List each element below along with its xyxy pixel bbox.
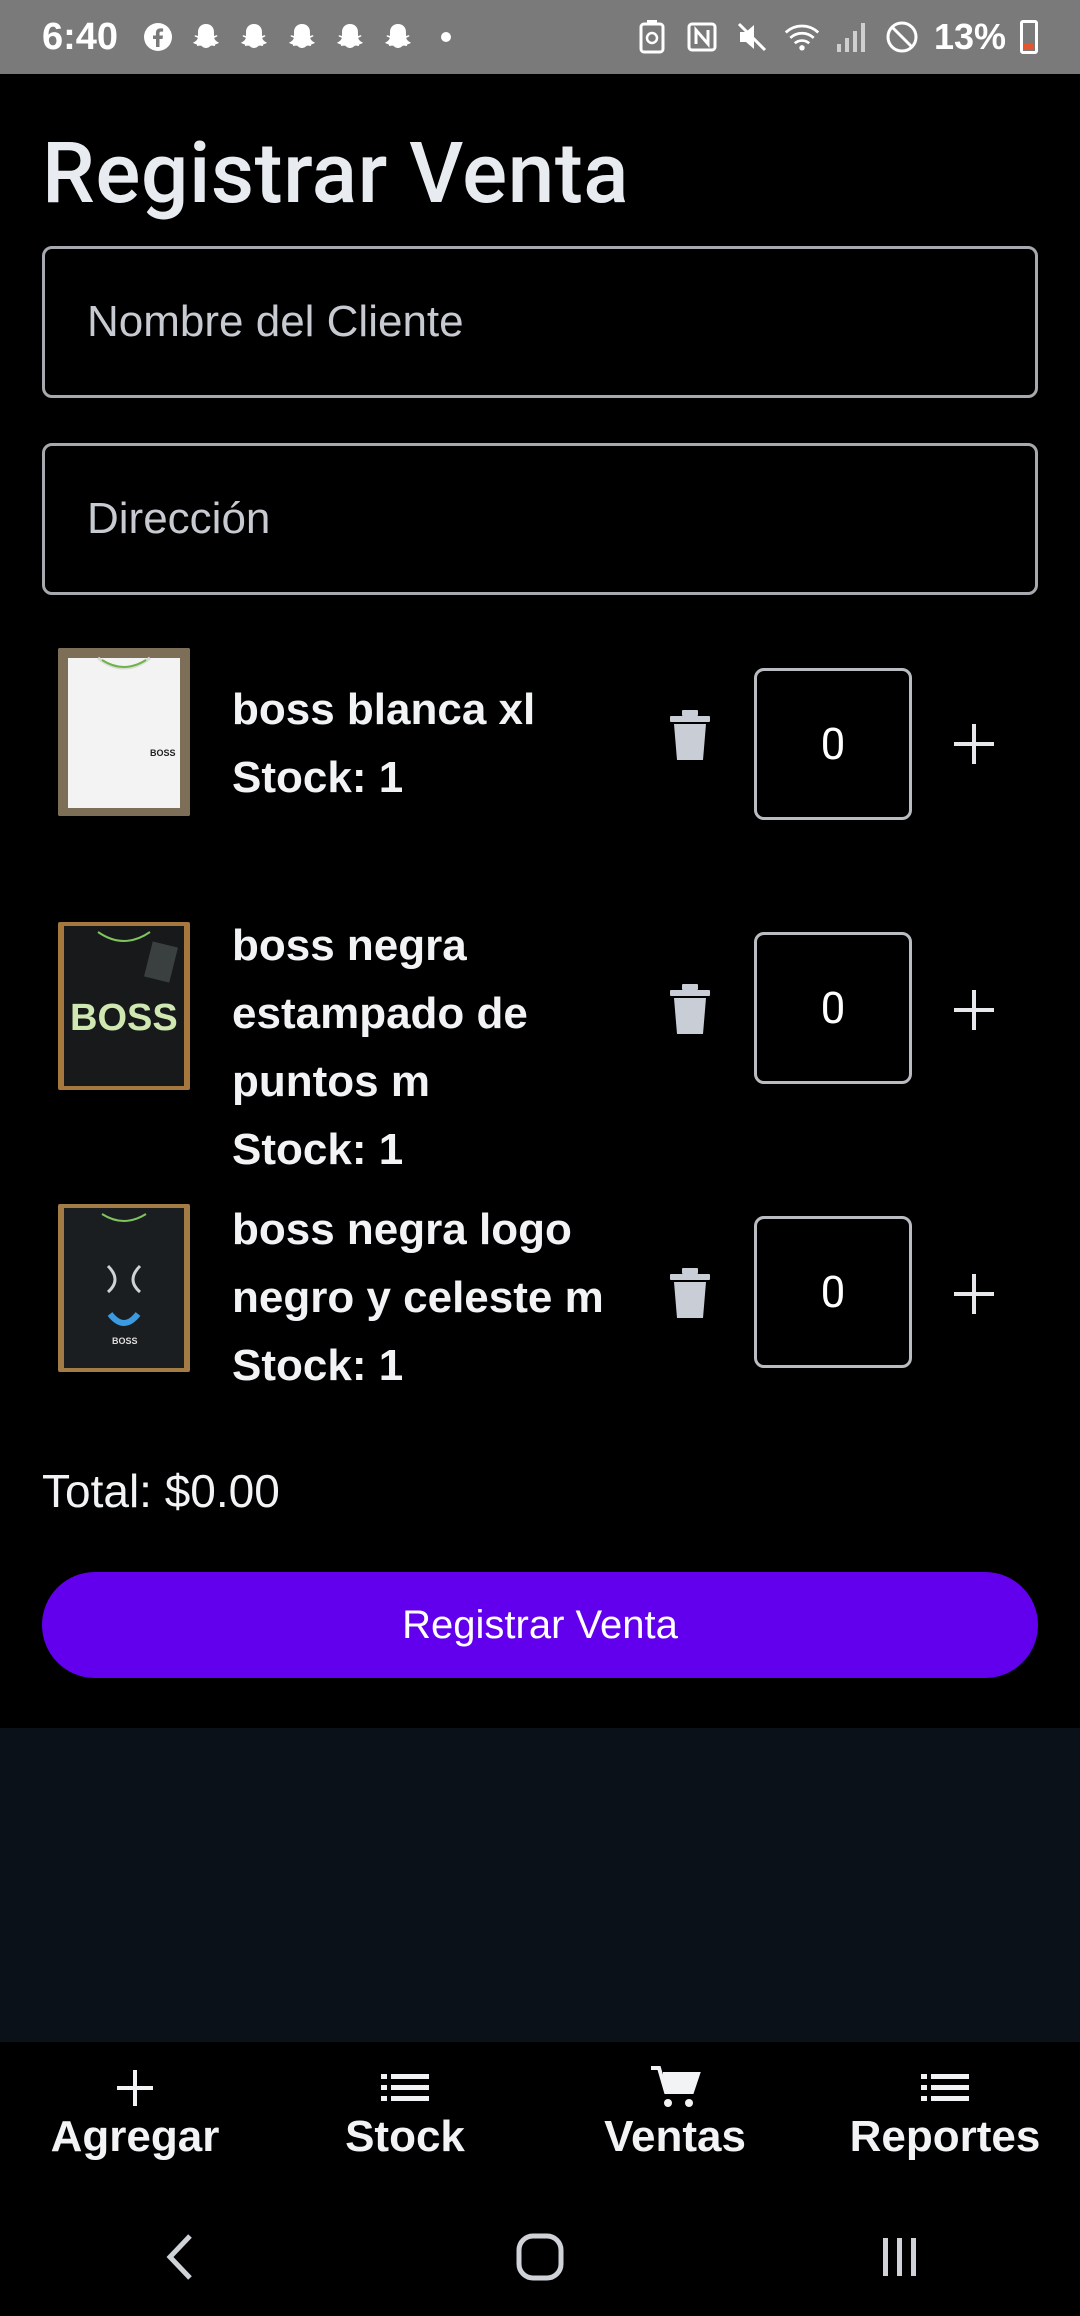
more-notifications-dot-icon: [428, 19, 464, 55]
plus-icon: [117, 2070, 153, 2106]
cart-icon: [651, 2066, 701, 2107]
facebook-icon: [140, 19, 176, 55]
logo-text: BOSS: [150, 748, 176, 758]
plus-icon[interactable]: [952, 988, 996, 1032]
product-info: boss negra logo negro y celeste m Stock:…: [232, 1196, 604, 1400]
status-bar: 6:40 13%: [0, 0, 1080, 74]
total-label: Total: $0.00: [42, 1465, 280, 1517]
notification-icons: [140, 19, 464, 55]
status-time: 6:40: [42, 15, 119, 58]
mute-icon: [734, 19, 770, 55]
home-icon[interactable]: [500, 2217, 580, 2297]
page-title: Registrar Venta: [42, 124, 630, 223]
battery-icon: [1020, 20, 1038, 54]
bottom-nav: Agregar Stock Ventas Reportes: [0, 2042, 1080, 2198]
snapchat-icon: [284, 19, 320, 55]
snapchat-icon: [332, 19, 368, 55]
logo-text: BOSS: [70, 997, 178, 1039]
back-icon[interactable]: [140, 2217, 220, 2297]
snapchat-icon: [380, 19, 416, 55]
product-image-black-boss-shirt: BOSS: [58, 922, 190, 1090]
nfc-icon: [684, 19, 720, 55]
logo-text: BOSS: [112, 1336, 138, 1346]
signal-icon: [834, 19, 870, 55]
main-content: Registrar Venta BOSS boss blanca xl Stoc…: [0, 74, 1080, 1728]
empty-area: [0, 1728, 1080, 2042]
client-name-input[interactable]: [87, 297, 1035, 347]
product-stock: Stock: 1: [232, 753, 404, 802]
product-name-line-2: negro y celeste m: [232, 1273, 604, 1322]
quantity-input[interactable]: 0: [754, 668, 912, 820]
recent-apps-icon[interactable]: [860, 2217, 940, 2297]
battery-saver-icon: [634, 19, 670, 55]
status-right: 13%: [634, 16, 1038, 58]
list-icon: [921, 2074, 969, 2101]
snapchat-icon: [236, 19, 272, 55]
nav-label: Stock: [345, 2112, 465, 2161]
delete-icon[interactable]: [668, 984, 712, 1036]
product-stock: Stock: 1: [232, 1125, 404, 1174]
delete-icon[interactable]: [668, 710, 712, 762]
quantity-input[interactable]: 0: [754, 1216, 912, 1368]
plus-icon[interactable]: [952, 722, 996, 766]
plus-icon[interactable]: [952, 1272, 996, 1316]
quantity-input[interactable]: 0: [754, 932, 912, 1084]
nav-item-agregar[interactable]: Agregar: [0, 2042, 270, 2198]
nav-label: Reportes: [849, 2112, 1041, 2161]
nav-label: Agregar: [50, 2112, 220, 2161]
client-name-field[interactable]: [42, 246, 1038, 398]
product-name-line-2: estampado de: [232, 989, 528, 1038]
product-info: boss blanca xl Stock: 1: [232, 676, 535, 812]
nav-item-reportes[interactable]: Reportes: [810, 2042, 1080, 2198]
nav-label: Ventas: [604, 2112, 746, 2161]
product-info: boss negra estampado de puntos m Stock: …: [232, 912, 528, 1184]
address-field[interactable]: [42, 443, 1038, 595]
product-image-white-shirt: BOSS: [58, 648, 190, 816]
system-nav-bar: [0, 2198, 1080, 2316]
product-name-line-1: boss negra logo: [232, 1205, 572, 1254]
list-icon: [381, 2074, 429, 2101]
wifi-icon: [784, 19, 820, 55]
register-sale-button[interactable]: Registrar Venta: [42, 1572, 1038, 1678]
address-input[interactable]: [87, 494, 1035, 544]
delete-icon[interactable]: [668, 1268, 712, 1320]
snapchat-icon: [188, 19, 224, 55]
do-not-disturb-icon: [884, 19, 920, 55]
nav-item-stock[interactable]: Stock: [270, 2042, 540, 2198]
product-name-line-3: puntos m: [232, 1057, 430, 1106]
product-name-line-1: boss negra: [232, 921, 467, 970]
product-image-black-logo-shirt: BOSS: [58, 1204, 190, 1372]
product-name: boss blanca xl: [232, 685, 536, 734]
battery-percent: 13%: [933, 16, 1006, 57]
nav-item-ventas[interactable]: Ventas: [540, 2042, 810, 2198]
product-stock: Stock: 1: [232, 1341, 404, 1390]
